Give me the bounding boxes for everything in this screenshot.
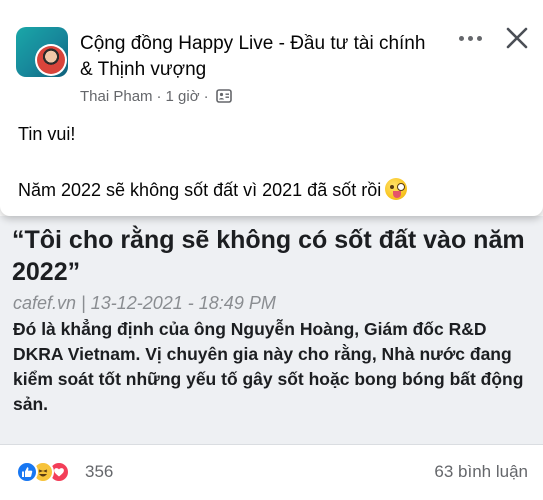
reaction-icons[interactable] — [16, 461, 70, 483]
group-members-icon — [215, 89, 232, 103]
group-avatar[interactable] — [16, 27, 68, 77]
more-options-button[interactable] — [454, 22, 486, 54]
post-meta: Thai Pham · 1 giờ · — [80, 86, 232, 106]
article-description: Đó là khẳng định của ông Nguyễn Hoàng, G… — [13, 319, 524, 414]
more-dot-icon — [476, 35, 482, 41]
zany-face-icon — [385, 178, 408, 200]
post-text-line: Tin vui! — [18, 124, 76, 144]
reaction-count[interactable]: 356 — [85, 462, 113, 482]
reactions-bar: 356 63 bình luận — [0, 444, 543, 500]
author-name[interactable]: Thai Pham — [80, 88, 153, 105]
group-name-link[interactable]: Cộng đồng Happy Live - Đầu tư tài chính … — [80, 31, 440, 83]
comment-count[interactable]: 63 bình luận — [434, 462, 528, 482]
link-preview[interactable]: “Tôi cho rằng sẽ không có sốt đất vào nă… — [0, 216, 543, 444]
close-icon[interactable] — [504, 25, 530, 51]
article-source: cafef.vn | 13-12-2021 - 18:49 PM — [13, 293, 276, 313]
post-time[interactable]: 1 giờ — [166, 88, 200, 105]
meta-separator-2: · — [203, 87, 209, 105]
article-title[interactable]: “Tôi cho rằng sẽ không có sốt đất vào nă… — [12, 224, 532, 288]
post-header-card: Cộng đồng Happy Live - Đầu tư tài chính … — [0, 0, 543, 216]
like-icon — [16, 461, 38, 483]
post-text-line-2: Năm 2022 sẽ không sốt đất vì 2021 đã sốt… — [18, 178, 528, 202]
more-dot-icon — [458, 35, 464, 41]
post-body: Tin vui! Năm 2022 sẽ không sốt đất vì 20… — [18, 122, 528, 202]
meta-separator: · — [156, 87, 162, 105]
author-avatar — [35, 44, 67, 76]
more-dot-icon — [467, 35, 473, 41]
